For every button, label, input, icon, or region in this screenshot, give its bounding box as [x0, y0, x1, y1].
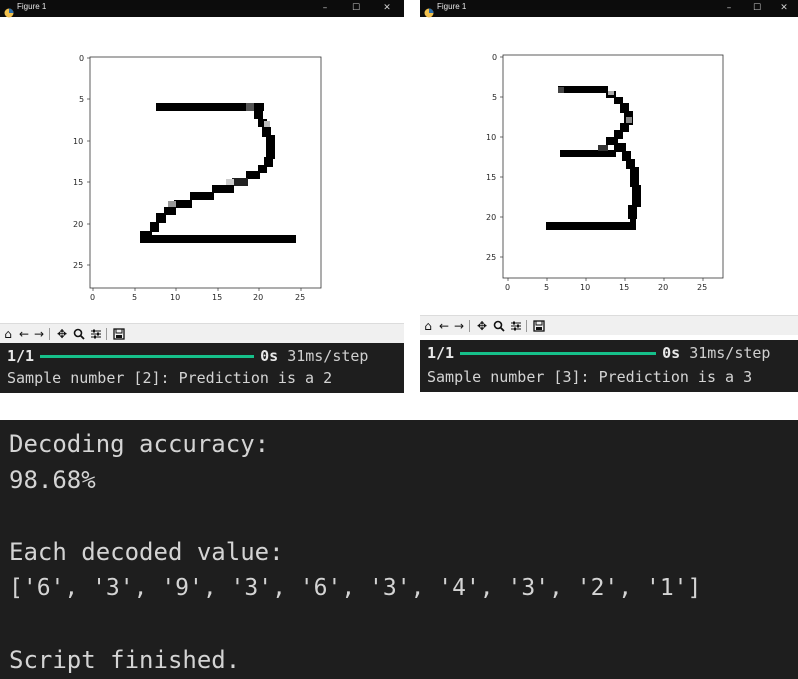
- figure-window: Figure 1 – ☐ ✕ 0 5 10 15 20 25 0 5 10 15…: [420, 0, 798, 340]
- figure-window: Figure 1 – ☐ ✕ 0 5 10 15 20 25 0 5 10 15…: [0, 0, 404, 343]
- x-tick-label: 25: [295, 293, 305, 302]
- terminal-output-right: 1/1 0s 31ms/step Sample number [3]: Predi…: [420, 340, 798, 392]
- y-tick-label: 0: [492, 53, 497, 62]
- title-bar: Figure 1 – ☐ ✕: [420, 0, 798, 18]
- forward-arrow-icon[interactable]: →: [453, 319, 465, 333]
- y-tick-label: 20: [486, 213, 496, 222]
- back-arrow-icon[interactable]: ←: [438, 319, 450, 333]
- x-tick-label: 15: [619, 283, 629, 292]
- matplotlib-app-icon: [424, 3, 434, 18]
- configure-subplots-icon[interactable]: [90, 327, 102, 341]
- title-bar: Figure 1 – ☐ ✕: [0, 0, 404, 18]
- elapsed-time: 0s: [662, 344, 681, 362]
- progress-bar: [460, 352, 657, 355]
- x-axis: 0 5 10 15 20 25: [90, 288, 305, 302]
- step-counter: 1/1: [7, 347, 35, 365]
- prediction-message: Sample number [3]: Prediction is a 3: [427, 368, 753, 386]
- console-output: Decoding accuracy: 98.68% Each decoded v…: [0, 420, 798, 679]
- toolbar-separator: [526, 320, 527, 332]
- progress-line: 1/1 0s 31ms/step: [427, 344, 770, 362]
- window-title: Figure 1: [17, 2, 47, 11]
- matplotlib-app-icon: [4, 3, 14, 18]
- toolbar-separator: [106, 328, 107, 340]
- y-tick-label: 10: [73, 137, 83, 146]
- pan-icon[interactable]: ✥: [56, 327, 68, 341]
- x-tick-label: 10: [580, 283, 590, 292]
- axes-frame: [502, 54, 724, 279]
- x-tick-label: 25: [697, 283, 707, 292]
- pan-icon[interactable]: ✥: [476, 319, 488, 333]
- progress-bar: [40, 355, 255, 358]
- window-title: Figure 1: [437, 2, 467, 11]
- y-tick-label: 25: [486, 253, 496, 262]
- back-arrow-icon[interactable]: ←: [18, 327, 30, 341]
- home-icon[interactable]: ⌂: [2, 327, 14, 341]
- y-tick-label: 5: [492, 93, 497, 102]
- save-icon[interactable]: [113, 327, 125, 341]
- axes-frame: [89, 56, 322, 289]
- x-tick-label: 0: [505, 283, 510, 292]
- minimize-button[interactable]: –: [722, 1, 736, 15]
- navigation-toolbar: ⌂ ← → ✥: [0, 323, 404, 343]
- save-icon[interactable]: [533, 319, 545, 333]
- y-tick-label: 25: [73, 261, 83, 270]
- elapsed-time: 0s: [260, 347, 279, 365]
- maximize-button[interactable]: ☐: [750, 1, 764, 15]
- toolbar-separator: [49, 328, 50, 340]
- y-tick-label: 0: [79, 54, 84, 63]
- x-tick-label: 5: [132, 293, 137, 302]
- x-tick-label: 20: [253, 293, 263, 302]
- decoded-label: Each decoded value:: [9, 538, 284, 566]
- x-tick-label: 15: [212, 293, 222, 302]
- x-tick-label: 0: [90, 293, 95, 302]
- decoded-values: ['6', '3', '9', '3', '6', '3', '4', '3',…: [9, 575, 702, 601]
- minimize-button[interactable]: –: [318, 1, 332, 15]
- terminal-output-left: 1/1 0s 31ms/step Sample number [2]: Predi…: [0, 343, 404, 393]
- y-tick-label: 10: [486, 133, 496, 142]
- figure-window-right: Figure 1 – ☐ ✕ 0 5 10 15 20 25 0 5 10 15…: [420, 0, 798, 393]
- accuracy-label: Decoding accuracy:: [9, 430, 270, 458]
- zoom-icon[interactable]: [493, 319, 505, 333]
- x-axis: 0 5 10 15 20 25: [505, 278, 707, 292]
- prediction-message: Sample number [2]: Prediction is a 2: [7, 369, 333, 387]
- home-icon[interactable]: ⌂: [422, 319, 434, 333]
- y-axis: 0 5 10 15 20 25: [486, 53, 503, 262]
- close-button[interactable]: ✕: [777, 1, 791, 15]
- digit-image-plot: 0 5 10 15 20 25 0 5 10 15 20 25: [486, 53, 724, 292]
- forward-arrow-icon[interactable]: →: [33, 327, 45, 341]
- y-tick-label: 20: [73, 220, 83, 229]
- y-axis: 0 5 10 15 20 25: [73, 54, 90, 270]
- step-counter: 1/1: [427, 344, 455, 362]
- toolbar-separator: [469, 320, 470, 332]
- figure-window-left: Figure 1 – ☐ ✕ 0 5 10 15 20 25 0 5 10 15…: [0, 0, 404, 393]
- navigation-toolbar: ⌂ ← → ✥: [420, 315, 798, 335]
- y-tick-label: 5: [79, 95, 84, 104]
- zoom-icon[interactable]: [73, 327, 85, 341]
- x-tick-label: 10: [170, 293, 180, 302]
- maximize-button[interactable]: ☐: [349, 1, 363, 15]
- progress-line: 1/1 0s 31ms/step: [7, 347, 368, 365]
- y-tick-label: 15: [73, 178, 83, 187]
- step-rate: 31ms/step: [287, 347, 369, 365]
- script-finished-message: Script finished.: [9, 646, 241, 674]
- x-tick-label: 20: [658, 283, 668, 292]
- x-tick-label: 5: [544, 283, 549, 292]
- y-tick-label: 15: [486, 173, 496, 182]
- accuracy-value: 98.68%: [9, 466, 96, 494]
- step-rate: 31ms/step: [689, 344, 771, 362]
- close-button[interactable]: ✕: [380, 1, 394, 15]
- configure-subplots-icon[interactable]: [510, 319, 522, 333]
- digit-image-plot: 0 5 10 15 20 25 0 5 10 15 20 25: [73, 54, 322, 302]
